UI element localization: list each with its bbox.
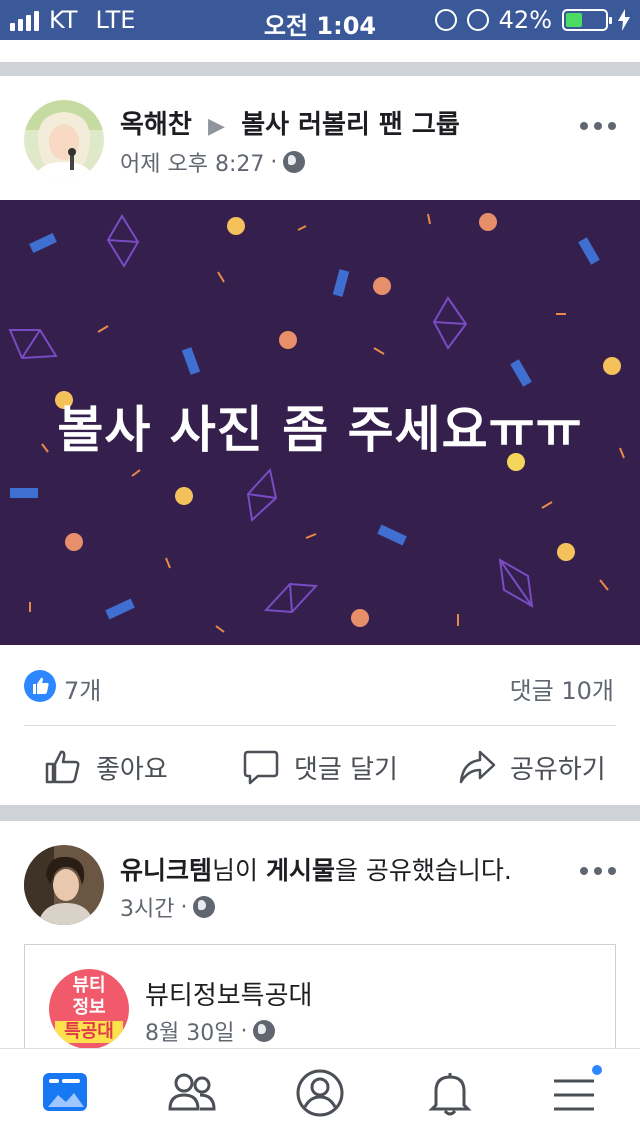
post-title-line: 옥해찬 ▶ 볼사 러볼리 팬 그룹: [120, 104, 460, 141]
divider: [24, 725, 616, 726]
post-header: 옥해찬 ▶ 볼사 러볼리 팬 그룹 어제 오후 8:27 ·: [0, 76, 640, 200]
status-bar: KT LTE 오전 1:04 42%: [0, 0, 640, 40]
shared-post-timestamp[interactable]: 8월 30일: [145, 1015, 234, 1047]
alarm-icon: [466, 9, 489, 31]
comment-label: 댓글 달기: [294, 754, 398, 785]
page-logo[interactable]: 뷰티 정보 특공대: [49, 969, 129, 1049]
post-title-line: 유니크템님이 게시물을 공유했습니다.: [120, 851, 512, 887]
feed-separator: [0, 62, 640, 76]
share-label: 공유하기: [510, 754, 606, 785]
news-feed-icon[interactable]: [40, 1067, 92, 1119]
shared-post-card[interactable]: 뷰티 정보 특공대 뷰티정보특공대 8월 30일 ·: [24, 944, 616, 1054]
globe-icon: [283, 151, 306, 173]
battery-percent: 42%: [498, 6, 552, 34]
thumbs-up-icon: [45, 750, 80, 784]
banner-text: 볼사 사진 좀 주세요ㅠㅠ: [57, 401, 583, 459]
author-avatar[interactable]: [24, 845, 104, 925]
meta-dot: ·: [240, 1018, 248, 1044]
post-text-banner[interactable]: 볼사 사진 좀 주세요ㅠㅠ: [0, 200, 640, 645]
logo-text: 뷰티: [72, 975, 106, 996]
shared-page-name[interactable]: 뷰티정보특공대: [145, 975, 312, 1012]
previous-post-edge: [0, 40, 640, 62]
title-text: 을 공유했습니다.: [334, 856, 512, 885]
globe-icon: [193, 896, 216, 918]
meta-dot: ·: [270, 149, 278, 175]
like-button[interactable]: 좋아요: [44, 740, 168, 794]
bottom-tab-bar: [0, 1048, 640, 1136]
more-options-icon[interactable]: [580, 122, 616, 130]
battery-icon: [562, 9, 612, 31]
menu-hamburger-icon[interactable]: [550, 1063, 604, 1119]
post-header: 유니크템님이 게시물을 공유했습니다. 3시간 ·: [0, 821, 640, 945]
author-avatar[interactable]: [24, 100, 104, 180]
share-button[interactable]: 공유하기: [458, 740, 606, 794]
comment-bubble-icon: [243, 750, 279, 785]
post-timestamp[interactable]: 3시간: [120, 891, 174, 923]
post-meta: 3시간 ·: [120, 891, 216, 923]
reaction-count[interactable]: 7개: [64, 671, 101, 706]
post-timestamp[interactable]: 어제 오후 8:27: [120, 146, 264, 178]
rotation-lock-icon: [434, 9, 457, 31]
share-arrow-icon: [459, 750, 496, 784]
more-options-icon[interactable]: [580, 867, 616, 875]
shared-post-link[interactable]: 게시물: [266, 856, 335, 885]
comment-count[interactable]: 댓글 10개: [510, 671, 614, 706]
author-name[interactable]: 유니크템: [120, 856, 212, 885]
menu-notification-dot: [590, 1063, 604, 1077]
shared-post-meta: 8월 30일 ·: [145, 1015, 276, 1047]
friends-icon[interactable]: [166, 1067, 218, 1119]
notifications-bell-icon[interactable]: [424, 1067, 476, 1119]
charging-bolt-icon: [618, 9, 630, 31]
meta-dot: ·: [180, 894, 188, 920]
group-name[interactable]: 볼사 러볼리 팬 그룹: [241, 110, 460, 140]
like-reaction-icon[interactable]: [24, 670, 56, 702]
comment-button[interactable]: 댓글 달기: [242, 740, 398, 794]
profile-icon[interactable]: [294, 1067, 346, 1119]
arrow-icon: ▶: [208, 114, 225, 139]
feed-separator: [0, 805, 640, 821]
title-text: 님이: [212, 856, 266, 885]
post-meta: 어제 오후 8:27 ·: [120, 146, 306, 178]
like-label: 좋아요: [96, 754, 168, 785]
logo-text: 정보: [72, 997, 106, 1018]
logo-text: 특공대: [55, 1021, 123, 1043]
author-name[interactable]: 옥해찬: [120, 110, 192, 140]
globe-icon: [253, 1020, 276, 1042]
